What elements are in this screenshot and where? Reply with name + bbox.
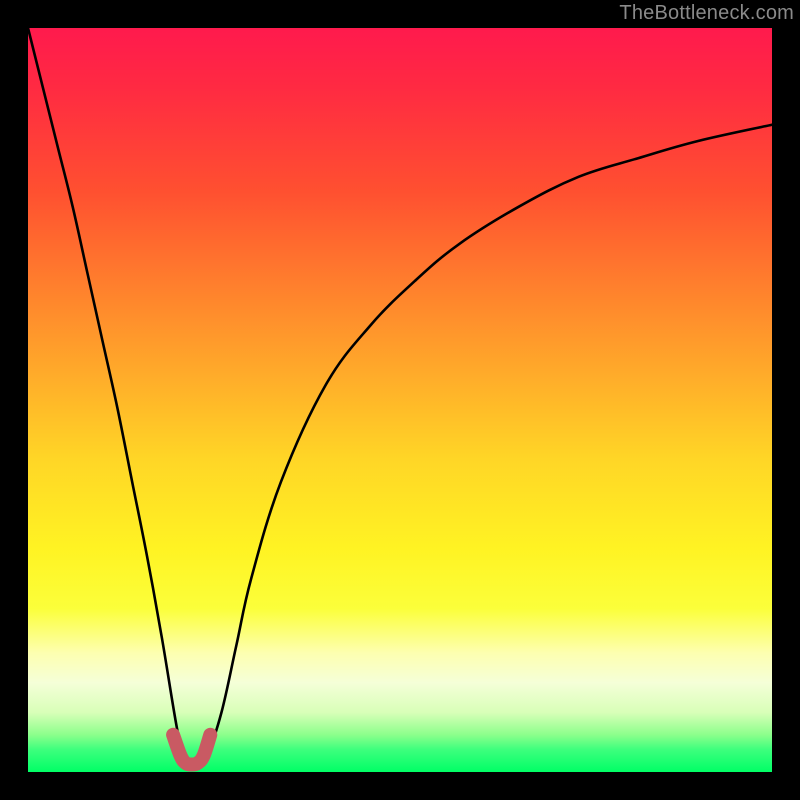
bottom-marker-path xyxy=(173,735,210,765)
watermark-text: TheBottleneck.com xyxy=(619,2,794,25)
bottleneck-curve-path xyxy=(28,28,772,766)
bottleneck-curve-svg xyxy=(28,28,772,772)
chart-area xyxy=(28,28,772,772)
